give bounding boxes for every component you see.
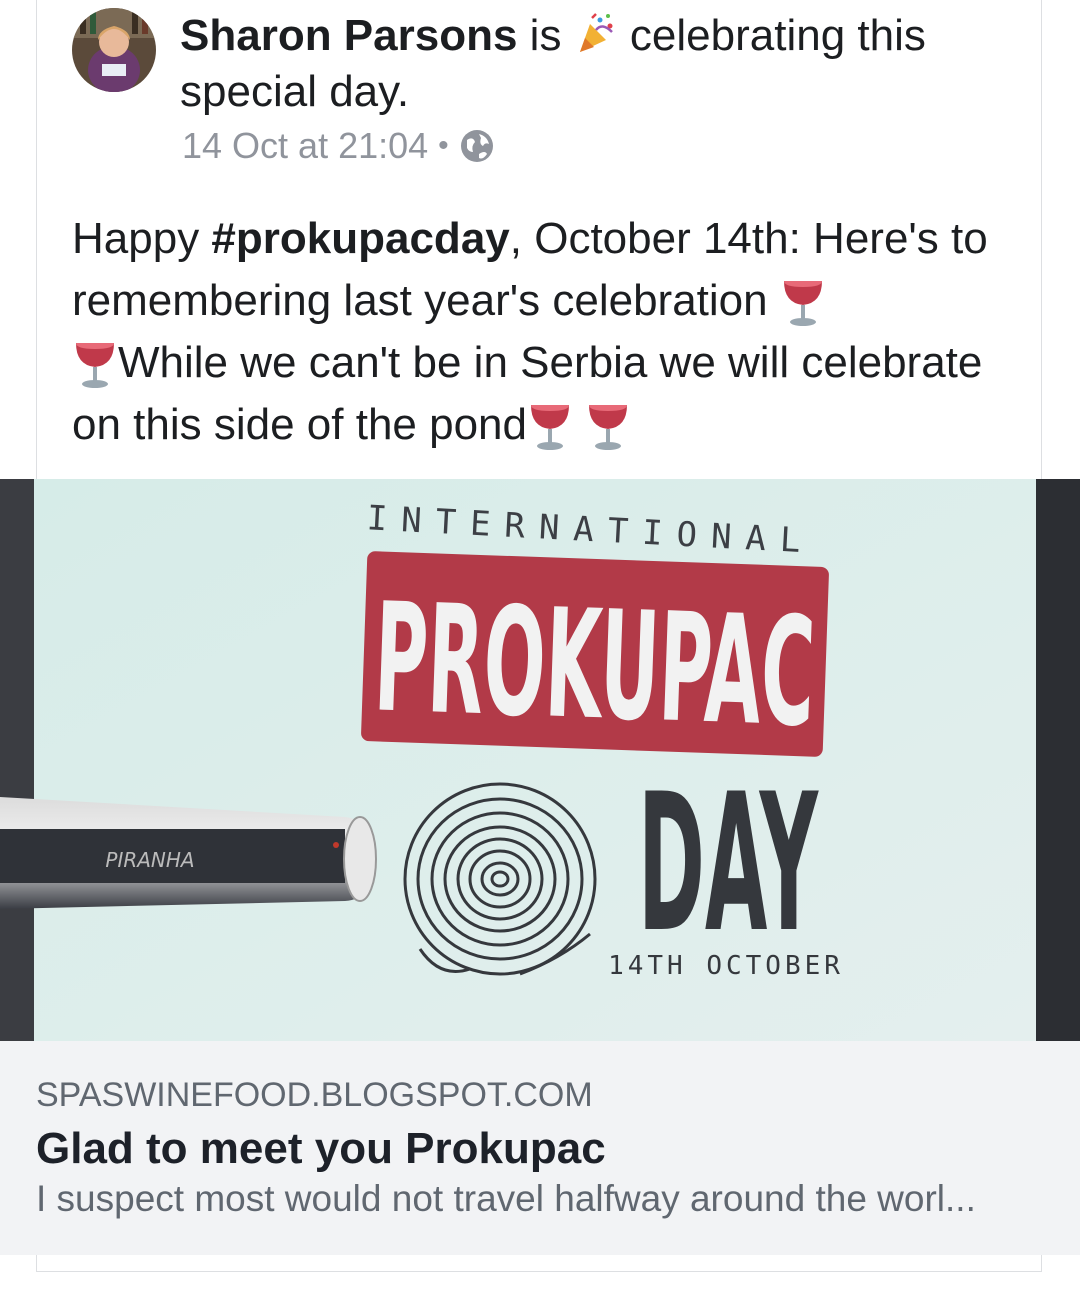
author-avatar[interactable] [72,8,156,92]
link-description: I suspect most would not travel halfway … [36,1178,976,1219]
photo-day-word: DAY [638,753,819,974]
wine-glass-icon [527,401,573,451]
post-body-intro: Happy [72,214,212,263]
post-photo[interactable]: INTERNATIONAL PROKUPAC DAY 14TH OCTOBER … [0,479,1080,1041]
wine-glass-icon [780,277,826,327]
link-domain: SPASWINEFOOD.BLOGSPOT.COM [36,1076,593,1114]
meta-separator: • [438,129,449,162]
post-body: Happy #prokupacday, October 14th: Here's… [72,208,1032,456]
globe-icon[interactable] [459,128,495,164]
party-popper-icon [574,12,618,56]
post-meta: 14 Oct at 21:04 • [182,124,495,168]
photo-main-word: PROKUPAC [372,571,818,760]
hashtag-link[interactable]: #prokupacday [211,214,509,263]
projector-brand: PIRANHA [105,848,194,872]
photo-date-text: 14TH OCTOBER [608,951,844,981]
post-timestamp[interactable]: 14 Oct at 21:04 [182,124,428,168]
wine-glass-icon [585,401,631,451]
link-title[interactable]: Glad to meet you Prokupac [36,1121,606,1177]
activity-prefix: is [529,11,562,60]
link-preview[interactable]: SPASWINEFOOD.BLOGSPOT.COM Glad to meet y… [0,1041,1080,1255]
wine-glass-icon [72,339,118,389]
post-header: Sharon Parsons is celebrating this speci… [180,8,1010,120]
author-name[interactable]: Sharon Parsons [180,11,517,60]
